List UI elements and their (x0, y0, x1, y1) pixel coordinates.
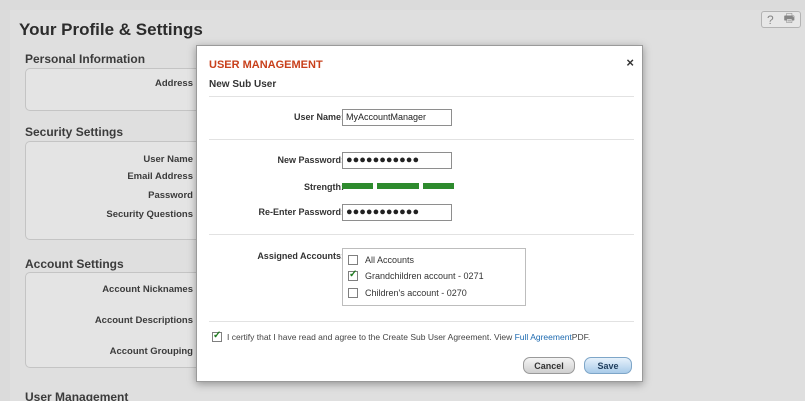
account-option-all[interactable]: All Accounts (348, 255, 414, 265)
checkbox[interactable] (348, 288, 358, 298)
strength-segment-1 (342, 183, 373, 189)
certify-agreement: I certify that I have read and agree to … (212, 330, 591, 342)
username-label: User Name: (293, 112, 344, 122)
modal-subtitle: New Sub User (209, 79, 277, 90)
strength-label: Strength: (304, 182, 344, 192)
checkbox[interactable] (348, 255, 358, 265)
checkbox-checked[interactable] (348, 269, 358, 281)
account-option-children[interactable]: Children's account - 0270 (348, 288, 467, 298)
divider (209, 139, 634, 140)
account-option-label: All Accounts (365, 255, 415, 265)
reenter-password-label: Re-Enter Password: (258, 207, 344, 217)
account-option-label: Grandchildren account - 0271 (365, 271, 484, 281)
account-option-grandchildren[interactable]: Grandchildren account - 0271 (348, 269, 484, 281)
full-agreement-link[interactable]: Full Agreement (515, 332, 572, 342)
strength-segment-2 (377, 183, 419, 189)
close-icon[interactable]: × (626, 55, 634, 70)
certify-text: I certify that I have read and agree to … (227, 332, 513, 342)
save-button[interactable]: Save (584, 357, 632, 374)
user-management-modal: USER MANAGEMENT × New Sub User User Name… (196, 45, 643, 382)
assigned-accounts-label: Assigned Accounts: (257, 251, 344, 261)
new-password-input[interactable]: ●●●●●●●●●●● (342, 152, 452, 169)
new-password-label: New Password: (277, 155, 344, 165)
certify-checkbox[interactable] (212, 330, 222, 342)
password-strength-meter (342, 183, 454, 189)
certify-suffix: PDF. (571, 332, 591, 342)
strength-segment-3 (423, 183, 454, 189)
account-option-label: Children's account - 0270 (365, 288, 467, 298)
divider (209, 321, 634, 322)
reenter-password-input[interactable]: ●●●●●●●●●●● (342, 204, 452, 221)
assigned-accounts-list: All Accounts Grandchildren account - 027… (342, 248, 526, 306)
username-input[interactable]: MyAccountManager (342, 109, 452, 126)
divider (209, 234, 634, 235)
modal-title: USER MANAGEMENT (209, 59, 323, 71)
cancel-button[interactable]: Cancel (523, 357, 575, 374)
divider (209, 96, 634, 97)
